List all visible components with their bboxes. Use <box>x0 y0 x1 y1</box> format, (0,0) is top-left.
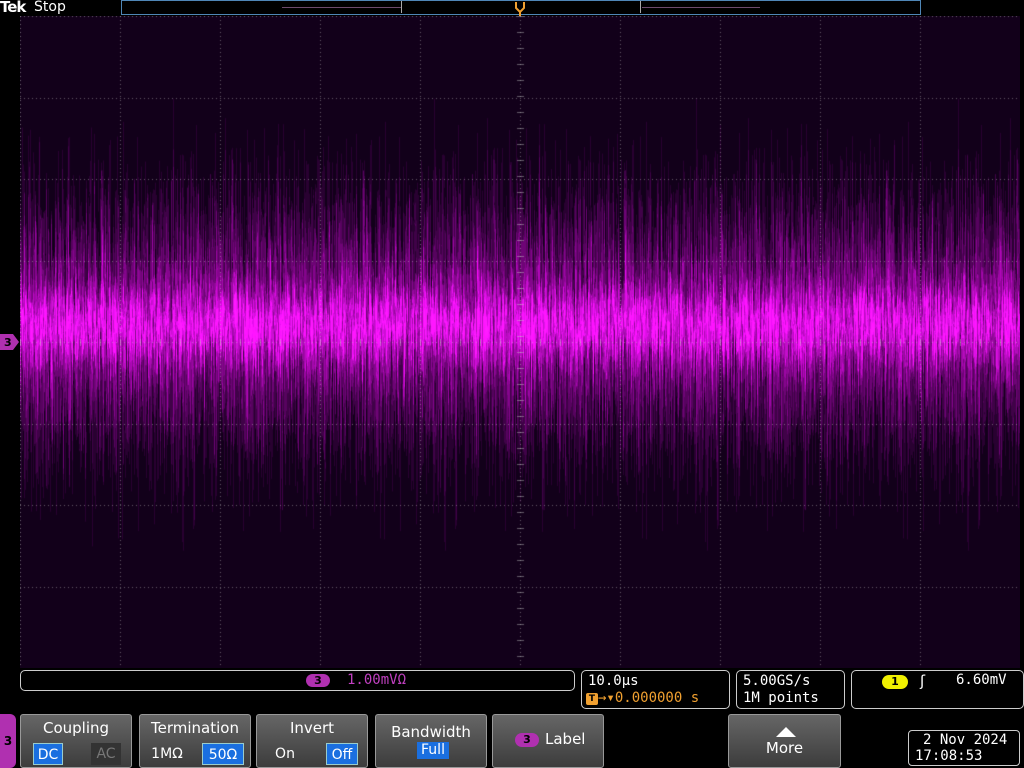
sample-rate: 5.00GS/s <box>743 673 811 689</box>
channel-readout[interactable]: 3 1.00mVΩ <box>20 670 575 691</box>
horizontal-delay-row: T →▾0.000000 s <box>586 690 699 706</box>
date: 2 Nov 2024 <box>923 732 1008 748</box>
datetime-display[interactable]: 2 Nov 2024 17:08:53 <box>908 730 1020 766</box>
horizontal-delay: →▾0.000000 s <box>598 690 700 706</box>
record-length: 1M points <box>743 690 819 706</box>
waveform-graticule[interactable] <box>20 16 1020 668</box>
trigger-level: 6.60mV <box>956 672 1007 688</box>
channel-3-ground-marker[interactable]: 3 <box>0 333 20 351</box>
label-channel-badge: 3 <box>515 733 539 747</box>
invert-title: Invert <box>289 719 335 737</box>
channel-badge: 3 <box>306 674 330 687</box>
termination-button[interactable]: Termination 1MΩ 50Ω <box>139 714 251 768</box>
coupling-dc-option[interactable]: DC <box>33 743 63 765</box>
termination-50ohm-option[interactable]: 50Ω <box>202 743 244 765</box>
invert-off-option[interactable]: Off <box>326 743 358 765</box>
time: 17:08:53 <box>915 748 983 764</box>
more-title: More <box>765 739 804 757</box>
more-button[interactable]: More <box>728 714 841 768</box>
channel-3-waveform <box>20 16 1020 668</box>
horizontal-readout[interactable]: 10.0µs T →▾0.000000 s <box>581 670 730 709</box>
invert-button[interactable]: Invert On Off <box>256 714 368 768</box>
trigger-source-badge: 1 <box>882 675 908 689</box>
termination-title: Termination <box>151 719 239 737</box>
acquisition-readout[interactable]: 5.00GS/s 1M points <box>736 670 845 709</box>
top-status-bar: Tek Stop <box>0 0 1024 18</box>
up-arrow-icon <box>776 727 796 737</box>
coupling-title: Coupling <box>42 719 110 737</box>
label-title: Label <box>545 730 586 748</box>
record-line-left <box>282 7 402 8</box>
horizontal-scale: 10.0µs <box>588 673 639 689</box>
channel-scale: 1.00mVΩ <box>347 672 407 688</box>
channel-3-menu-tab[interactable]: 3 <box>0 714 16 768</box>
termination-1mohm-option[interactable]: 1MΩ <box>146 743 188 765</box>
record-line-right <box>642 7 760 8</box>
bandwidth-value: Full <box>417 742 449 759</box>
invert-on-option[interactable]: On <box>265 743 305 765</box>
channel-3-marker-label: 3 <box>4 336 12 349</box>
coupling-ac-option[interactable]: AC <box>91 743 121 765</box>
brand-logo: Tek <box>0 0 26 16</box>
trigger-readout[interactable]: 1 ʃ 6.60mV <box>851 670 1024 709</box>
trigger-delay-icon: T <box>586 693 598 705</box>
bandwidth-button[interactable]: Bandwidth Full <box>375 714 487 768</box>
bandwidth-title: Bandwidth <box>391 723 471 741</box>
label-button[interactable]: 3 Label <box>492 714 604 768</box>
rising-edge-icon: ʃ <box>920 672 926 690</box>
run-status: Stop <box>34 0 66 15</box>
coupling-button[interactable]: Coupling DC AC <box>20 714 132 768</box>
